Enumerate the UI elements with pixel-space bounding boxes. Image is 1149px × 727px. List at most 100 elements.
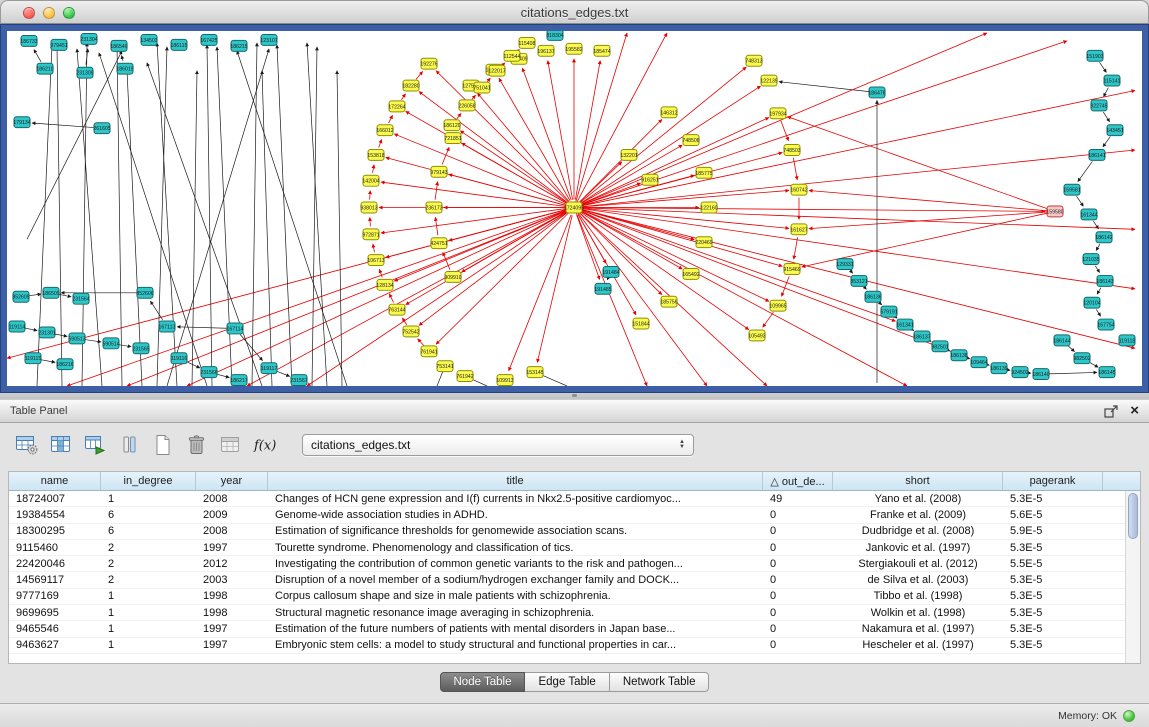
column-header[interactable]: name (9, 472, 101, 490)
graph-edge (370, 217, 371, 226)
table-row[interactable]: 977716911998Corpus callosum shape and si… (9, 589, 1125, 605)
graph-node-label: 119118 (1119, 338, 1136, 344)
network-window-titlebar[interactable]: citations_edges.txt (0, 0, 1149, 24)
graph-edge (809, 191, 1047, 211)
graph-node-label: 186115 (171, 43, 188, 49)
column-header[interactable]: short (833, 472, 1003, 490)
import-table-button[interactable] (80, 432, 110, 458)
column-header[interactable]: pagerank (1003, 472, 1103, 490)
delete-table-button[interactable] (182, 432, 212, 458)
graph-node-label: 979451 (50, 43, 67, 49)
table-cell: 9115460 (9, 542, 101, 554)
graph-node-label: 753141 (436, 364, 453, 370)
table-cell: 9777169 (9, 590, 101, 602)
graph-node-label: 159580 (1046, 209, 1063, 215)
graph-edge (157, 43, 177, 386)
tab-edge-table[interactable]: Edge Table (525, 672, 609, 692)
graph-node-label: 916251 (641, 178, 658, 184)
table-panel-title: Table Panel (10, 405, 68, 417)
table-cell: 2012 (196, 558, 268, 570)
graph-edge (435, 182, 438, 200)
graph-node-label: 192276 (420, 62, 437, 68)
graph-node-label: 159581 (1063, 188, 1080, 194)
table-cell: Dudbridge et al. (2008) (833, 525, 1003, 537)
graph-node-label: 231567 (290, 378, 307, 384)
column-header[interactable]: year (196, 472, 268, 490)
graph-edge (1103, 137, 1110, 147)
table-cell: Tibbo et al. (1998) (833, 590, 1003, 602)
function-fx-icon: f(x) (252, 434, 278, 456)
column-header[interactable]: title (268, 472, 763, 490)
tab-network-table[interactable]: Network Table (610, 672, 710, 692)
column-chooser-button[interactable] (114, 432, 144, 458)
table-row[interactable]: 946554611997Estimation of the future num… (9, 621, 1125, 637)
select-arrows-icon: ▲▼ (679, 440, 685, 450)
graph-edge (548, 61, 573, 200)
graph-edge (781, 121, 789, 141)
table-cell: 0 (763, 639, 833, 651)
function-builder-button[interactable]: f(x) (250, 432, 280, 458)
table-settings-button[interactable] (12, 432, 42, 458)
graph-node-label: 186217 (230, 378, 247, 384)
table-cell: 6 (101, 525, 196, 537)
graph-node-label: 151844 (632, 322, 649, 328)
table-row[interactable]: 969969511998Structural magnetic resonanc… (9, 605, 1125, 621)
table-cell: Franke et al. (2009) (833, 509, 1003, 521)
graph-edge (127, 71, 142, 386)
graph-edge (337, 71, 342, 386)
table-cell: 1 (101, 493, 196, 505)
float-panel-button[interactable] (1104, 405, 1118, 418)
table-cell: 0 (763, 607, 833, 619)
table-row[interactable]: 911546021997Tourette syndrome. Phenomeno… (9, 540, 1125, 556)
table-scrollbar[interactable] (1125, 491, 1140, 663)
table-cell: 5.3E-5 (1003, 542, 1103, 554)
table-cell: 1998 (196, 607, 268, 619)
table-gear-icon (15, 434, 39, 456)
table-cell: Estimation of significance thresholds fo… (268, 525, 763, 537)
table-select[interactable]: citations_edges.txt ▲▼ (302, 434, 694, 456)
graph-edge (577, 215, 600, 279)
table-cell: 0 (763, 623, 833, 635)
trash-icon (185, 434, 209, 456)
column-header[interactable]: in_degree (101, 472, 196, 490)
close-panel-button[interactable]: × (1130, 404, 1139, 418)
table-cell: 5.3E-5 (1003, 590, 1103, 602)
table-row[interactable]: 1830029562008Estimation of significance … (9, 524, 1125, 540)
graph-node-label: 161341 (896, 323, 913, 329)
graph-node-label: 752542 (402, 329, 419, 335)
graph-node-label: 424751 (430, 241, 447, 247)
graph-edge (381, 182, 566, 206)
graph-node-label: 196137 (537, 49, 554, 55)
graph-node-label: 106713 (367, 258, 384, 264)
graph-edge (850, 270, 853, 273)
table-cell: Tourette syndrome. Phenomenology and cla… (268, 542, 763, 554)
graph-node-label: 109913 (496, 378, 513, 384)
table-row[interactable]: 2242004622012Investigating the contribut… (9, 556, 1125, 572)
network-graph-canvas[interactable]: 1724095761941752542763144128134106713972… (7, 31, 1142, 386)
column-header[interactable]: △ out_de... (763, 472, 833, 490)
graph-node-label: 231304 (80, 37, 97, 43)
graph-node-label: 123107 (260, 38, 277, 44)
table-row[interactable]: 1872400712008Changes of HCN gene express… (9, 491, 1125, 507)
graph-edge (389, 294, 393, 303)
tab-node-table[interactable]: Node Table (440, 672, 526, 692)
close-icon: × (1130, 404, 1139, 418)
graph-node-label: 231565 (132, 346, 149, 352)
graph-node-label: 167754 (1097, 323, 1114, 329)
graph-node-label: 761941 (420, 349, 437, 355)
show-columns-button[interactable] (46, 432, 76, 458)
new-table-button[interactable] (148, 432, 178, 458)
merge-table-button[interactable] (216, 432, 246, 458)
graph-node-label: 132201 (620, 153, 637, 159)
graph-edge (1095, 266, 1099, 273)
graph-edge (379, 139, 382, 147)
table-row[interactable]: 1456911722003Disruption of a novel membe… (9, 572, 1125, 588)
table-row[interactable]: 946362711997Embryonic stem cells: a mode… (9, 638, 1125, 654)
table-cell: 0 (763, 558, 833, 570)
graph-edge (277, 45, 292, 386)
table-row[interactable]: 1938455462009Genome-wide association stu… (9, 507, 1125, 523)
graph-node-label: 134503 (140, 38, 157, 44)
graph-node-label: 590514 (102, 341, 119, 347)
scrollbar-thumb[interactable] (1128, 493, 1138, 539)
graph-node-label: 119114 (9, 325, 26, 331)
